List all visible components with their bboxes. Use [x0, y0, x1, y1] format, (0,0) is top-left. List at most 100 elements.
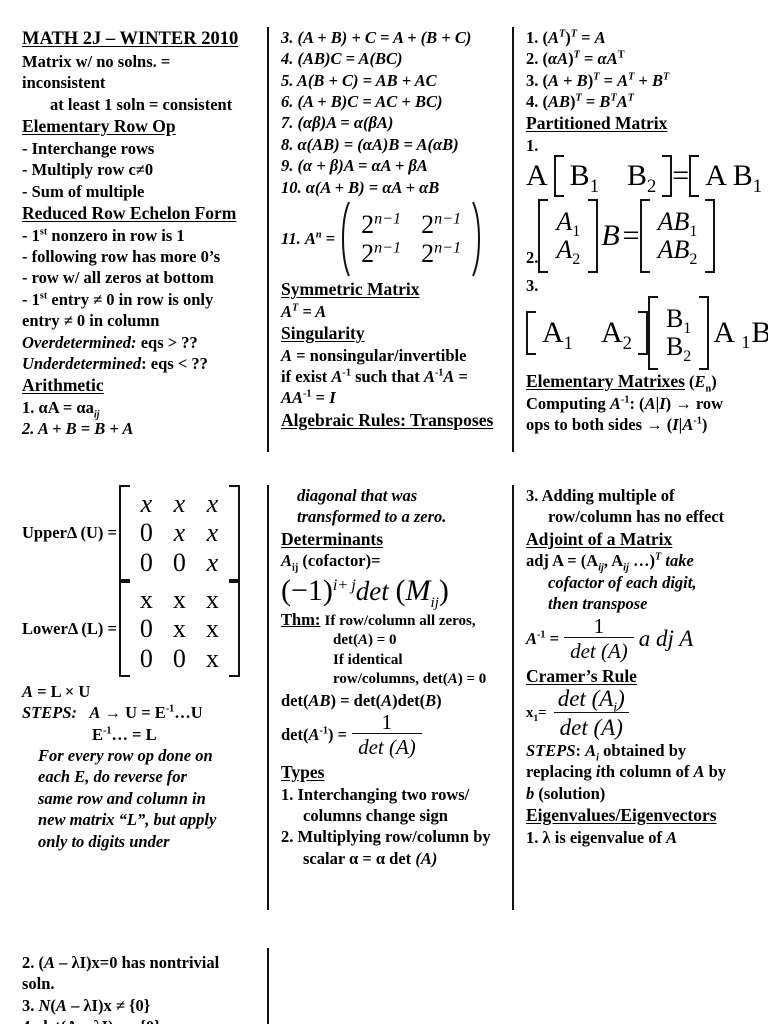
- l-20: 0: [139, 643, 153, 673]
- u-01: x: [173, 489, 186, 519]
- lu-note-2: each E, do reverse for: [38, 767, 187, 787]
- heading-cramers-rule: Cramer’s Rule: [526, 665, 637, 686]
- u-20: 0: [139, 547, 153, 577]
- u-21: 0: [172, 547, 186, 577]
- mid-column-3: 3. Adding multiple of row/column has no …: [512, 485, 768, 910]
- p2-a1-text: A: [556, 206, 573, 236]
- cofactor-label: Aij (cofactor)=: [281, 550, 506, 573]
- cofactor-a: A: [281, 551, 293, 571]
- rref-5: entry ≠ 0 in column: [22, 311, 160, 331]
- partition-1-label: 1.: [526, 136, 539, 156]
- p2-b: B: [601, 218, 620, 252]
- heading-rref: Reduced Row Echelon Form: [22, 202, 237, 223]
- l-01: x: [172, 585, 186, 615]
- adjoint-note-2: then transpose: [548, 594, 648, 614]
- p1-b2-sub: 2: [647, 175, 657, 197]
- heading-singularity: Singularity: [281, 322, 365, 343]
- computing-2: ops to both sides → (I|A-1): [526, 415, 708, 435]
- p2-equals: =: [622, 218, 640, 252]
- lower-matrix: x x x 0 x x 0 0 x: [118, 581, 240, 677]
- bracket-right-icon: [662, 154, 673, 197]
- cramer-steps-1: STEPS: Ai obtained by: [526, 740, 687, 764]
- bracket-left-icon-l: [118, 581, 130, 677]
- singularity-3: AA-1 = I: [281, 388, 336, 408]
- type-2-emph: α det (A): [375, 848, 438, 868]
- lu-note-4: new matrix “L”, but apply: [38, 810, 217, 830]
- bracket-right-icon-4: [705, 198, 716, 273]
- l-21: 0: [172, 643, 186, 673]
- cramer-num-text: det (A: [557, 686, 614, 712]
- p3-right-group: B1 B2: [647, 295, 710, 370]
- heading-elementary-row-op: Elementary Row Op: [22, 116, 176, 137]
- band-middle: UpperΔ (U) = x x x 0 x x 0 0 x LowerΔ (L…: [0, 485, 768, 910]
- inverse-adjoint-row: A-1 = 1 det (A) a dj A: [526, 614, 768, 663]
- lu-note-3: same row and column in: [38, 788, 206, 808]
- continued-2: transformed to a zero.: [297, 507, 447, 527]
- singularity-2: if exist A-1 such that A-1A =: [281, 367, 468, 387]
- bottom-line-3: 3. N(A – λI)x ≠ {0}: [22, 995, 151, 1015]
- row-op-2: - Multiply row c≠0: [22, 160, 154, 180]
- lower-label: LowerΔ (L) =: [22, 619, 117, 638]
- arithmetic-1: 1. αA = αaij: [22, 397, 259, 420]
- partition-3-label: 3.: [526, 275, 539, 295]
- lu-note-1: For every row op done on: [38, 746, 213, 766]
- l-10: 0: [139, 614, 153, 644]
- type-1-emph: sign: [419, 806, 448, 826]
- p2-left-group: A1 A2: [538, 198, 599, 273]
- p1-right-bracket-group: A B1 A B: [689, 154, 768, 197]
- line-underdetermined: Underdetermined: eqs < ??: [22, 353, 259, 374]
- thm-text-1: If row/column all zeros,: [324, 612, 476, 629]
- lower-matrix-body: x x x 0 x x 0 0 x: [130, 585, 229, 672]
- adjoint-formula: adj A = (Aij, Aij …)T take: [526, 551, 694, 574]
- steps-line-1: STEPS: A → U = E-1…U: [22, 703, 203, 723]
- line-inconsistent: inconsistent: [22, 73, 106, 93]
- p2-right-group: AB1 AB2: [639, 198, 716, 273]
- cramer-steps-3: b (solution): [526, 783, 606, 803]
- lu-note-5: only to digits under: [38, 831, 170, 851]
- p2-ab1-text: AB: [657, 206, 690, 236]
- l-11: x: [172, 614, 186, 644]
- bottom-column-1: 2. (A – λI)x=0 has nontrivial soln. 3. N…: [0, 948, 267, 1024]
- rule-3: 3. (A + B) + C = A + (B + C): [281, 28, 472, 47]
- p3-b-stack: B1 B2: [658, 305, 699, 364]
- heading-partitioned-matrix: Partitioned Matrix: [526, 113, 668, 134]
- cramer-num-end: ): [617, 686, 625, 712]
- p3-rhs: A ₁B ₁ + A: [713, 315, 768, 349]
- page-title: MATH 2J – WINTER 2010: [22, 29, 239, 49]
- bracket-right-icon-6: [699, 295, 710, 370]
- p3-a2-sub: 2: [622, 332, 632, 354]
- rule-11: 11. An = 2n−1 2n−1 2n−1 2n−1: [281, 200, 506, 278]
- top-column-2: 3. (A + B) + C = A + (B + C) 4. (AB)C = …: [267, 27, 512, 452]
- rule-10: 10. α(A + B) = αA + αB: [281, 177, 440, 197]
- det-inverse-lhs: det(A-1) =: [281, 724, 348, 744]
- continued-1: diagonal that was: [297, 486, 418, 505]
- inverse-lhs: A-1 =: [526, 628, 560, 648]
- l-02: x: [205, 585, 219, 615]
- transpose-rule-1: 1. (AT)T = A: [526, 28, 606, 47]
- m11-01-exp: n−1: [434, 210, 462, 228]
- bottom-line-2: soln.: [22, 974, 55, 994]
- steps-label: STEPS:: [22, 703, 78, 723]
- lower-triangular-row: LowerΔ (L) = x x x 0 x x 0 0 x: [22, 581, 259, 677]
- p1-b1: B1: [564, 160, 605, 195]
- rule-11-exp: n: [315, 229, 322, 241]
- type-1-line-2: columns change sign: [281, 805, 506, 826]
- elementary-subscript: (En): [684, 371, 717, 395]
- det-inv-num: 1: [381, 709, 393, 734]
- m11-00-exp: n−1: [374, 210, 402, 228]
- det-product: det(AB) = det(A)det(B): [281, 690, 442, 710]
- thm-label: Thm:: [281, 609, 321, 629]
- p1-rhs1-text: A B: [705, 158, 753, 192]
- thm-line-4: row/columns, det(A) = 0: [333, 671, 487, 688]
- p1-b1-sub: 1: [589, 175, 599, 197]
- adjoint-note-1: cofactor of each digit,: [548, 572, 697, 592]
- row-op-1: - Interchange rows: [22, 138, 155, 158]
- rule-11-label: 11. An =: [281, 229, 335, 249]
- bracket-right-icon-u: [228, 485, 240, 581]
- cramer-steps-label: STEPS: [526, 740, 576, 760]
- computing-1: Computing A-1: (A|I) → row: [526, 393, 724, 413]
- rule-5: 5. A(B + C) = AB + AC: [281, 70, 437, 90]
- thm-line-1: Thm: If row/column all zeros,: [281, 609, 506, 631]
- p3-a2: A2: [579, 317, 638, 352]
- p3-a1-text: A: [542, 315, 564, 349]
